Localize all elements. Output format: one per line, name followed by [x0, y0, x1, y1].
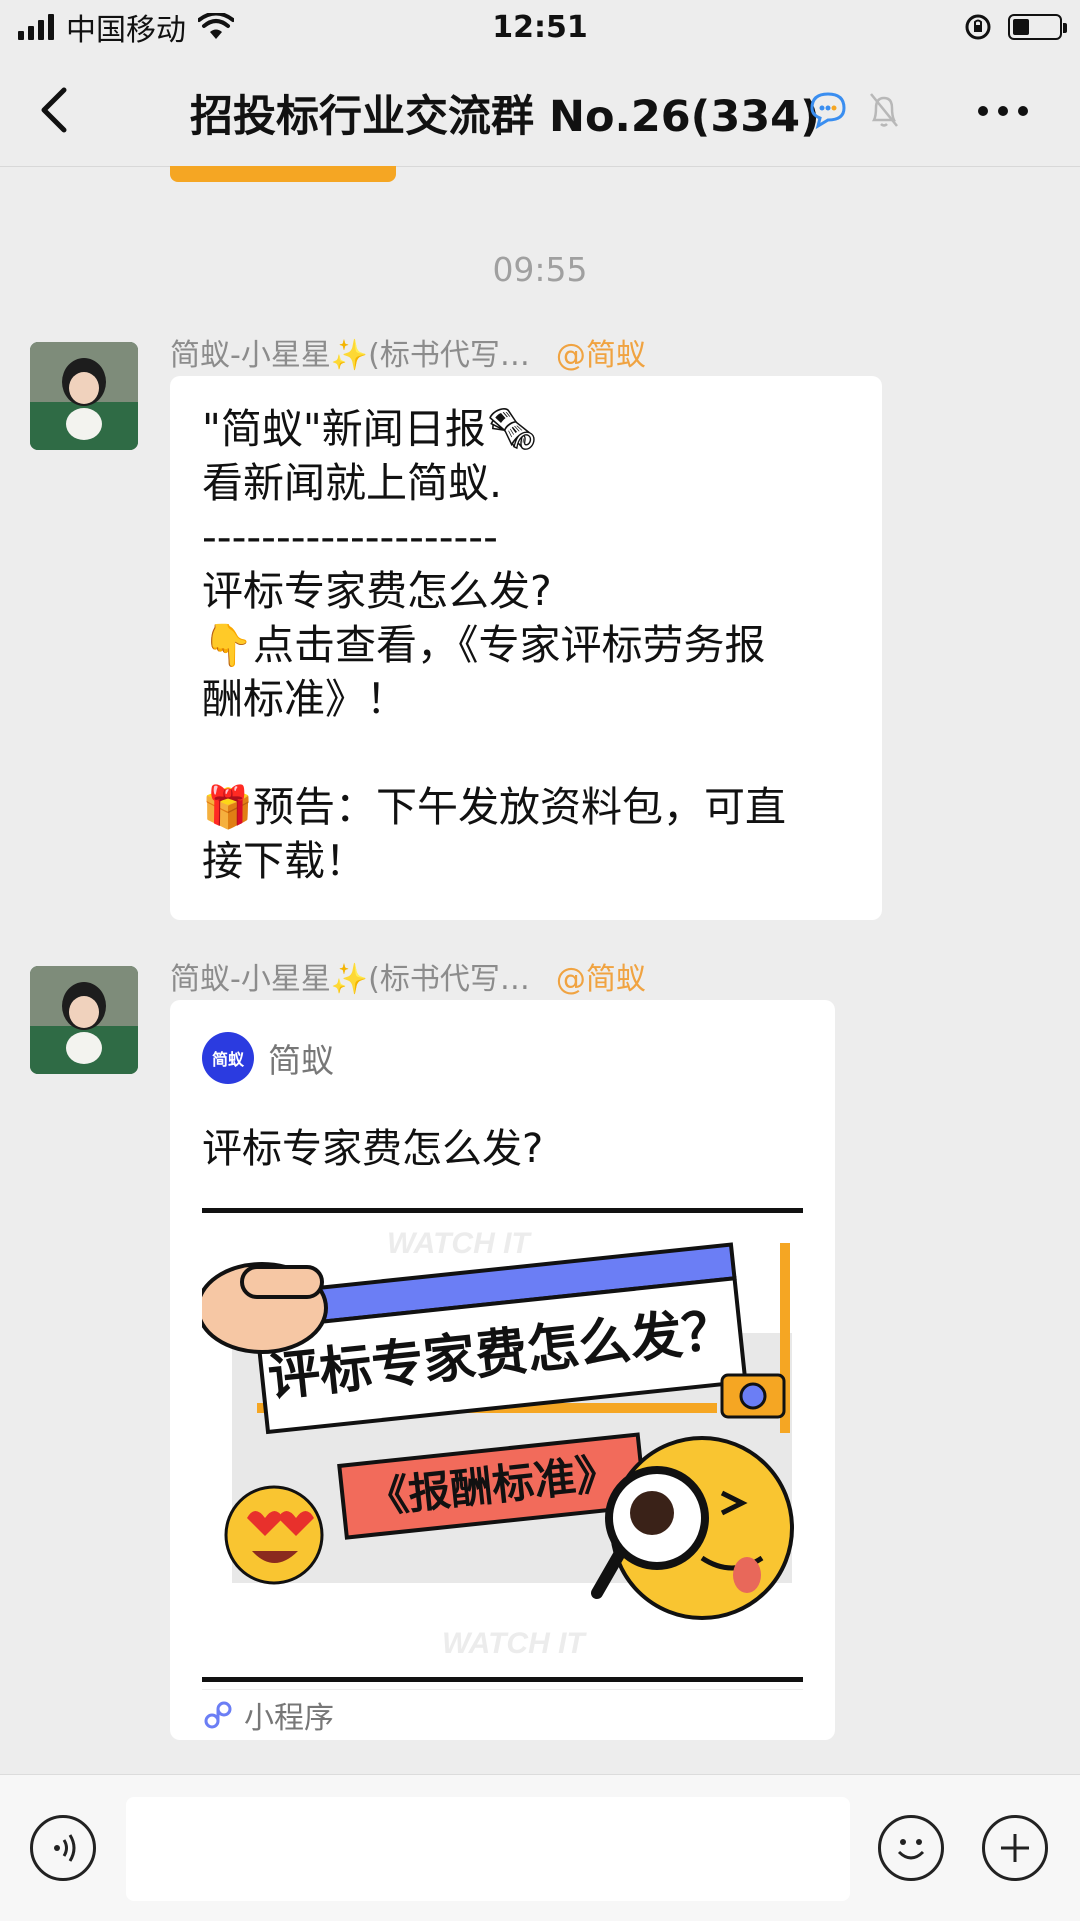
message-line: -------------------- — [202, 513, 498, 561]
orientation-lock-icon — [965, 14, 991, 40]
sender-label: 简蚁-小星星✨(标书代写… — [170, 962, 530, 997]
sender-name: 简蚁-小星星✨(标书代写… @简蚁 — [170, 330, 646, 374]
chat-timestamp: 09:55 — [492, 250, 588, 289]
message-input[interactable] — [126, 1797, 850, 1901]
status-right — [964, 13, 1067, 41]
signal-icon — [18, 14, 54, 40]
mention-tag[interactable]: @简蚁 — [556, 962, 646, 997]
message-line — [202, 726, 850, 780]
more-icon[interactable] — [978, 106, 1028, 116]
mini-program-logo: 简蚁 — [202, 1032, 254, 1084]
mention-tag[interactable]: @简蚁 — [556, 338, 646, 373]
avatar-image — [30, 966, 138, 1074]
plus-button[interactable] — [982, 1815, 1048, 1881]
message-line: 酬标准》！ — [202, 675, 407, 723]
message-line: 🎁预告：下午发放资料包，可直 — [202, 783, 787, 831]
nav-bar: 招投标行业交流群 No.26(334) — [0, 54, 1080, 167]
previous-message-edge — [170, 166, 396, 182]
mini-program-title: 评标专家费怎么发? — [202, 1126, 544, 1172]
voice-icon — [54, 1834, 76, 1862]
message-line: 评标专家费怎么发? — [202, 567, 552, 615]
message-line: 接下载！ — [202, 837, 366, 885]
status-bar: 中国移动 12:51 — [0, 0, 1080, 54]
watermark-text: WATCH IT — [387, 1227, 532, 1260]
mute-icon — [870, 93, 898, 127]
nav-status-icons — [806, 90, 902, 130]
message-line: 👇点击查看，《专家评标劳务报 — [202, 621, 766, 669]
banner-graphic: WATCH IT WATCH IT 评标专家费怎么发？ 《报酬标准》 — [202, 1213, 803, 1677]
mini-program-header: 简蚁 简蚁 — [202, 1032, 803, 1084]
avatar-image — [30, 342, 138, 450]
sender-label: 简蚁-小星星✨(标书代写… — [170, 338, 530, 373]
message-line: "简蚁"新闻日报🗞 — [202, 405, 538, 453]
mini-program-banner: WATCH IT WATCH IT 评标专家费怎么发？ 《报酬标准》 — [202, 1208, 803, 1682]
message-bubble[interactable]: "简蚁"新闻日报🗞 看新闻就上简蚁. -------------------- … — [170, 376, 882, 920]
wifi-icon — [198, 13, 234, 39]
back-icon[interactable] — [30, 82, 80, 138]
sender-name: 简蚁-小星星✨(标书代写… @简蚁 — [170, 954, 646, 998]
message-line: 看新闻就上简蚁. — [202, 459, 503, 507]
group-chat-icon — [810, 92, 846, 130]
status-left: 中国移动 — [18, 5, 234, 49]
emoji-button[interactable] — [878, 1815, 944, 1881]
mini-program-name: 简蚁 — [268, 1041, 334, 1080]
mini-program-footer-label: 小程序 — [244, 1701, 334, 1736]
watermark-text: WATCH IT — [442, 1627, 587, 1660]
input-bar — [0, 1774, 1080, 1921]
mini-program-footer: 小程序 — [202, 1689, 803, 1740]
avatar[interactable] — [30, 342, 138, 450]
emoji-icon — [897, 1839, 925, 1860]
battery-icon — [1008, 14, 1067, 40]
page-title: 招投标行业交流群 No.26(334) — [190, 92, 820, 142]
avatar[interactable] — [30, 966, 138, 1074]
mini-program-icon — [204, 1701, 232, 1729]
voice-button[interactable] — [30, 1815, 96, 1881]
mini-program-card[interactable]: 简蚁 简蚁 评标专家费怎么发? WATCH IT WATCH IT 评标专家费怎… — [170, 1000, 835, 1740]
plus-icon — [1001, 1834, 1029, 1862]
status-time: 12:51 — [492, 9, 588, 45]
carrier-label: 中国移动 — [66, 13, 186, 48]
